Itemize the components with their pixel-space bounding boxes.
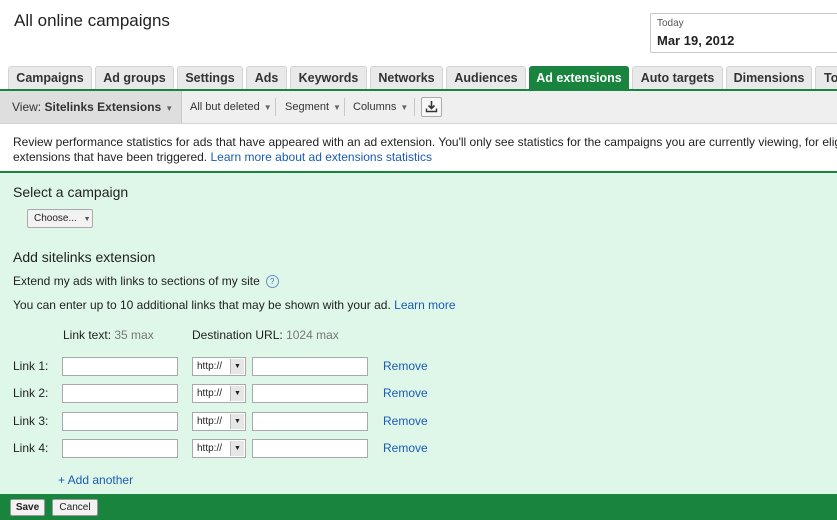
add-another-link[interactable]: + Add another bbox=[58, 473, 133, 487]
chevron-down-icon: ▼ bbox=[230, 359, 244, 374]
action-bar: Save Cancel bbox=[0, 494, 837, 520]
toolbar-divider bbox=[414, 98, 415, 116]
view-value: Sitelinks Extensions bbox=[44, 100, 162, 114]
choose-label: Choose... bbox=[34, 213, 77, 224]
protocol-select[interactable]: http:// ▼ bbox=[192, 412, 246, 431]
info-line-2: extensions that have been triggered. Lea… bbox=[13, 149, 432, 165]
tab-ad-groups[interactable]: Ad groups bbox=[95, 66, 174, 89]
download-icon bbox=[425, 101, 438, 113]
destination-url-input[interactable] bbox=[252, 412, 368, 431]
tab-bar: Campaigns Ad groups Settings Ads Keyword… bbox=[0, 66, 837, 90]
tab-dimensions[interactable]: Dimensions bbox=[726, 66, 812, 89]
protocol-value: http:// bbox=[197, 416, 223, 427]
view-prefix: View: bbox=[12, 100, 42, 114]
toolbar-divider bbox=[344, 98, 345, 116]
link-row-label: Link 4: bbox=[13, 441, 49, 455]
dest-url-header-label: Destination URL: bbox=[192, 328, 283, 342]
protocol-select[interactable]: http:// ▼ bbox=[192, 439, 246, 458]
tab-networks[interactable]: Networks bbox=[370, 66, 443, 89]
remove-link-button[interactable]: Remove bbox=[383, 359, 428, 373]
help-icon[interactable]: ? bbox=[265, 275, 279, 288]
page-title: All online campaigns bbox=[14, 11, 170, 30]
chevron-down-icon: ▼ bbox=[333, 103, 341, 112]
link-text-input[interactable] bbox=[62, 439, 178, 458]
enter-text: You can enter up to 10 additional links … bbox=[13, 298, 391, 312]
chevron-down-icon: ▼ bbox=[230, 386, 244, 401]
filter-dropdown[interactable]: All but deleted ▼ bbox=[190, 91, 272, 123]
segment-label: Segment bbox=[285, 101, 330, 113]
tab-campaigns[interactable]: Campaigns bbox=[8, 66, 92, 89]
tab-ads[interactable]: Ads bbox=[246, 66, 287, 89]
link-row-label: Link 1: bbox=[13, 359, 49, 373]
dest-url-max: 1024 max bbox=[286, 328, 339, 342]
info-line-1: Review performance statistics for ads th… bbox=[13, 135, 837, 149]
learn-more-stats-link[interactable]: Learn more about ad extensions statistic… bbox=[210, 150, 431, 164]
protocol-value: http:// bbox=[197, 388, 223, 399]
save-button[interactable]: Save bbox=[10, 499, 45, 516]
destination-url-input[interactable] bbox=[252, 439, 368, 458]
dest-url-header: Destination URL: 1024 max bbox=[192, 328, 339, 342]
link-text-input[interactable] bbox=[62, 357, 178, 376]
tab-audiences[interactable]: Audiences bbox=[446, 66, 526, 89]
link-row-label: Link 2: bbox=[13, 386, 49, 400]
date-range-picker[interactable]: Today Mar 19, 2012 bbox=[650, 13, 837, 53]
page-header: All online campaigns Today Mar 19, 2012 bbox=[0, 0, 837, 66]
link-text-header-label: Link text: bbox=[63, 328, 112, 342]
remove-link-button[interactable]: Remove bbox=[383, 441, 428, 455]
chevron-down-icon: ▼ bbox=[230, 441, 244, 456]
date-value: Mar 19, 2012 bbox=[657, 33, 735, 48]
protocol-select[interactable]: http:// ▼ bbox=[192, 384, 246, 403]
remove-link-button[interactable]: Remove bbox=[383, 386, 428, 400]
link-row-label: Link 3: bbox=[13, 414, 49, 428]
filter-label: All but deleted bbox=[190, 101, 260, 113]
link-text-input[interactable] bbox=[62, 384, 178, 403]
info-line-2-text: extensions that have been triggered. bbox=[13, 150, 208, 164]
toolbar-divider bbox=[275, 98, 276, 116]
columns-dropdown[interactable]: Columns ▼ bbox=[353, 91, 408, 123]
select-campaign-heading: Select a campaign bbox=[13, 184, 129, 200]
date-label: Today bbox=[657, 18, 684, 29]
columns-label: Columns bbox=[353, 101, 397, 113]
link-text-header: Link text: 35 max bbox=[63, 328, 154, 342]
extend-text: Extend my ads with links to sections of … bbox=[13, 274, 260, 288]
tab-settings[interactable]: Settings bbox=[177, 66, 243, 89]
destination-url-input[interactable] bbox=[252, 384, 368, 403]
tab-keywords[interactable]: Keywords bbox=[290, 66, 367, 89]
destination-url-input[interactable] bbox=[252, 357, 368, 376]
campaign-choose-dropdown[interactable]: Choose... ▼ bbox=[27, 209, 93, 228]
protocol-value: http:// bbox=[197, 361, 223, 372]
segment-dropdown[interactable]: Segment ▼ bbox=[285, 91, 341, 123]
chevron-down-icon: ▼ bbox=[400, 103, 409, 112]
extend-description: Extend my ads with links to sections of … bbox=[13, 274, 279, 288]
enter-description: You can enter up to 10 additional links … bbox=[13, 298, 456, 312]
chevron-down-icon: ▼ bbox=[165, 104, 174, 113]
protocol-value: http:// bbox=[197, 443, 223, 454]
cancel-button[interactable]: Cancel bbox=[52, 499, 98, 516]
chevron-down-icon: ▼ bbox=[83, 216, 91, 223]
chevron-down-icon: ▼ bbox=[230, 414, 244, 429]
toolbar: View: Sitelinks Extensions ▼ All but dele… bbox=[0, 91, 837, 124]
link-text-max: 35 max bbox=[114, 328, 154, 342]
remove-link-button[interactable]: Remove bbox=[383, 414, 428, 428]
tab-more[interactable]: To bbox=[815, 66, 837, 89]
chevron-down-icon: ▼ bbox=[263, 103, 272, 112]
sitelinks-panel: Select a campaign Choose... ▼ Add siteli… bbox=[0, 171, 837, 494]
tab-auto-targets[interactable]: Auto targets bbox=[632, 66, 723, 89]
view-selector[interactable]: View: Sitelinks Extensions ▼ bbox=[0, 91, 182, 123]
add-sitelinks-heading: Add sitelinks extension bbox=[13, 249, 156, 265]
link-text-input[interactable] bbox=[62, 412, 178, 431]
learn-more-link[interactable]: Learn more bbox=[394, 298, 455, 312]
info-message: Review performance statistics for ads th… bbox=[0, 124, 837, 171]
tab-ad-extensions[interactable]: Ad extensions bbox=[529, 66, 629, 90]
protocol-select[interactable]: http:// ▼ bbox=[192, 357, 246, 376]
download-button[interactable] bbox=[421, 97, 442, 117]
